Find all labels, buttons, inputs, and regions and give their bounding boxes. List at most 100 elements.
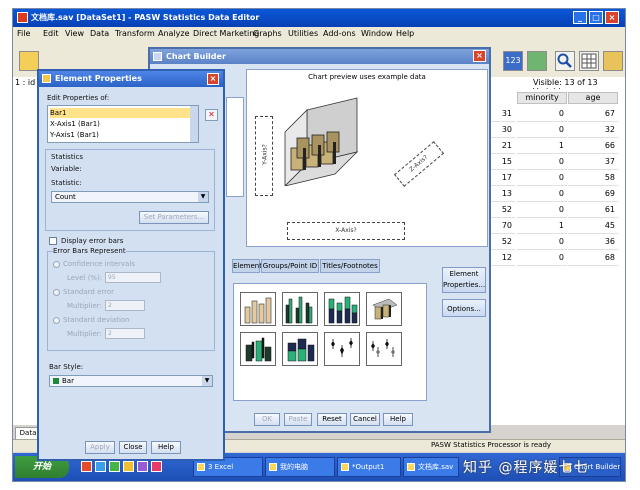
chevron-down-icon[interactable]: ▼ — [202, 376, 212, 386]
grid-icon[interactable] — [579, 51, 599, 71]
display-error-bars-checkbox[interactable] — [49, 237, 57, 245]
menu-view[interactable]: View — [65, 29, 84, 38]
table-cell[interactable]: 45 — [568, 219, 618, 234]
menu-graphs[interactable]: Graphs — [253, 29, 282, 38]
column-header-age[interactable]: age — [568, 92, 618, 104]
table-cell[interactable]: 30 — [491, 123, 515, 138]
element-properties-button[interactable]: Element Properties... — [442, 267, 486, 293]
gallery-3d-clustered-bar[interactable] — [240, 332, 276, 366]
table-cell[interactable]: 66 — [568, 139, 618, 154]
menu-data[interactable]: Data — [90, 29, 109, 38]
table-cell[interactable]: 0 — [517, 155, 567, 170]
tab-titles-footnotes[interactable]: Titles/Footnotes — [320, 259, 380, 273]
list-scrollbar[interactable] — [190, 106, 198, 142]
x-axis-drop-zone[interactable]: X-Axis? — [287, 222, 405, 240]
cancel-button[interactable]: Cancel — [350, 413, 380, 426]
standard-error-radio[interactable] — [53, 289, 60, 296]
gallery-stacked-bar[interactable] — [324, 292, 360, 326]
bar-style-dropdown[interactable]: Bar ▼ — [49, 375, 213, 387]
quick-launch-icon[interactable] — [151, 461, 162, 472]
table-cell[interactable]: 17 — [491, 171, 515, 186]
menu-file[interactable]: File — [17, 29, 30, 38]
table-cell[interactable]: 0 — [517, 107, 567, 122]
standard-deviation-radio[interactable] — [53, 317, 60, 324]
z-axis-drop-zone[interactable]: Z-Axis? — [393, 141, 445, 187]
gallery-simple-bar[interactable] — [240, 292, 276, 326]
value-labels-icon[interactable]: 123 — [503, 51, 523, 71]
table-cell[interactable]: 68 — [568, 251, 618, 266]
table-cell[interactable]: 21 — [491, 139, 515, 154]
menu-edit[interactable]: Edit — [43, 29, 59, 38]
table-cell[interactable]: 15 — [491, 155, 515, 170]
se-multiplier-input[interactable]: 2 — [105, 300, 145, 311]
help-button[interactable]: Help — [383, 413, 413, 426]
table-cell[interactable]: 37 — [568, 155, 618, 170]
table-cell[interactable]: 32 — [568, 123, 618, 138]
table-cell[interactable]: 0 — [517, 123, 567, 138]
quick-launch-icon[interactable] — [95, 461, 106, 472]
gallery-simple-error-bar[interactable] — [324, 332, 360, 366]
apply-button[interactable]: Apply — [85, 441, 115, 454]
table-cell[interactable]: 58 — [568, 171, 618, 186]
taskbar-task[interactable]: *Output1 — [337, 457, 401, 477]
quick-launch-icon[interactable] — [109, 461, 120, 472]
table-cell[interactable]: 13 — [491, 187, 515, 202]
list-item-y-axis[interactable]: Y-Axis1 (Bar1) — [50, 130, 190, 140]
list-item-x-axis[interactable]: X-Axis1 (Bar1) — [50, 119, 190, 129]
table-cell[interactable]: 0 — [517, 251, 567, 266]
open-folder-icon[interactable] — [19, 51, 39, 71]
reset-button[interactable]: Reset — [317, 413, 347, 426]
table-cell[interactable]: 70 — [491, 219, 515, 234]
table-cell[interactable]: 0 — [517, 203, 567, 218]
variable-list[interactable] — [226, 97, 244, 197]
variables-icon[interactable] — [527, 51, 547, 71]
options-button[interactable]: Options... — [442, 299, 486, 317]
table-cell[interactable]: 0 — [517, 235, 567, 250]
taskbar-task[interactable]: 文档库.sav — [403, 457, 459, 477]
sd-multiplier-input[interactable]: 2 — [105, 328, 145, 339]
table-cell[interactable]: 52 — [491, 235, 515, 250]
table-cell[interactable]: 0 — [517, 171, 567, 186]
minimize-icon[interactable]: _ — [573, 11, 587, 24]
table-cell[interactable]: 52 — [491, 203, 515, 218]
column-header-minority[interactable]: minority — [517, 92, 567, 104]
close-button[interactable]: Close — [119, 441, 147, 454]
tab-groups-point-id[interactable]: Groups/Point ID — [261, 259, 319, 273]
table-cell[interactable]: 1 — [517, 219, 567, 234]
quick-launch-icon[interactable] — [81, 461, 92, 472]
y-axis-drop-zone[interactable]: Y-Axis? — [255, 116, 273, 196]
menu-help[interactable]: Help — [396, 29, 414, 38]
quick-launch-icon[interactable] — [137, 461, 148, 472]
table-cell[interactable]: 12 — [491, 251, 515, 266]
table-cell[interactable]: 31 — [491, 107, 515, 122]
close-icon[interactable]: × — [207, 73, 219, 85]
table-cell[interactable]: 1 — [517, 139, 567, 154]
table-cell[interactable]: 67 — [568, 107, 618, 122]
table-cell[interactable]: 36 — [568, 235, 618, 250]
close-icon[interactable]: × — [605, 11, 619, 24]
ok-button[interactable]: OK — [254, 413, 280, 426]
level-input[interactable]: 95 — [105, 272, 161, 283]
menu-analyze[interactable]: Analyze — [158, 29, 190, 38]
properties-list[interactable]: Bar1 X-Axis1 (Bar1) Y-Axis1 (Bar1) — [47, 105, 199, 143]
maximize-icon[interactable]: □ — [589, 11, 603, 24]
tab-elements[interactable]: Elements — [232, 259, 266, 273]
quick-launch-icon[interactable] — [123, 461, 134, 472]
close-icon[interactable]: × — [473, 50, 486, 62]
scale-icon[interactable] — [603, 51, 623, 71]
menu-transform[interactable]: Transform — [115, 29, 155, 38]
menu-add-ons[interactable]: Add-ons — [323, 29, 356, 38]
gallery-clustered-error-bar[interactable] — [366, 332, 402, 366]
chevron-down-icon[interactable]: ▼ — [198, 192, 208, 202]
menu-window[interactable]: Window — [361, 29, 393, 38]
gallery-clustered-bar[interactable] — [282, 292, 318, 326]
set-parameters-button[interactable]: Set Parameters... — [139, 211, 209, 224]
list-item-bar1[interactable]: Bar1 — [50, 108, 190, 118]
delete-icon[interactable]: ✕ — [205, 109, 218, 121]
table-cell[interactable]: 0 — [517, 187, 567, 202]
menu-direct-marketing[interactable]: Direct Marketing — [193, 29, 259, 38]
statistic-dropdown[interactable]: Count ▼ — [51, 191, 209, 203]
taskbar-task[interactable]: 我的电脑 — [265, 457, 335, 477]
gallery-3d-stacked-bar[interactable] — [282, 332, 318, 366]
help-button[interactable]: Help — [151, 441, 181, 454]
